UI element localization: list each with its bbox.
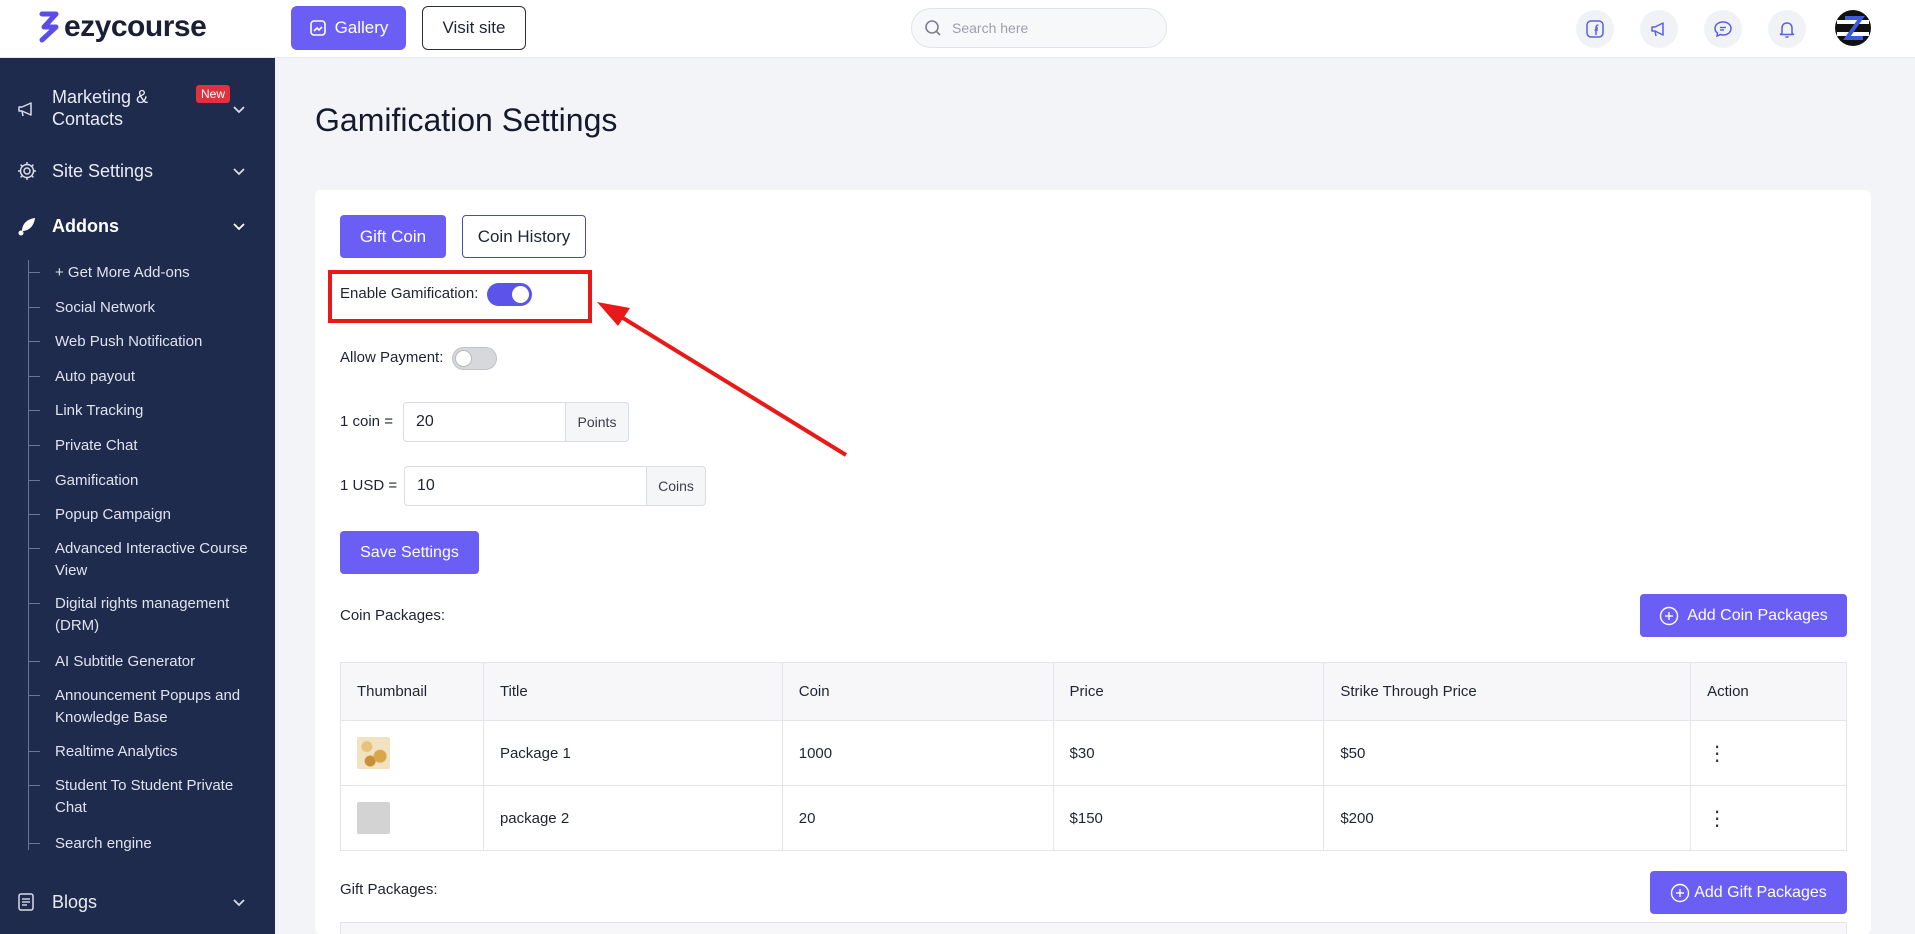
add-gift-packages-label: Add Gift Packages bbox=[1694, 883, 1827, 901]
search-icon bbox=[925, 20, 941, 36]
allow-payment-label: Allow Payment: bbox=[340, 349, 444, 366]
new-badge: New bbox=[196, 85, 231, 103]
search-input[interactable] bbox=[952, 20, 1152, 36]
add-gift-packages-button[interactable]: Add Gift Packages bbox=[1650, 871, 1847, 914]
column-header: Coin bbox=[781, 662, 1054, 721]
package-title: Package 1 bbox=[482, 720, 783, 786]
chevron-down-icon bbox=[233, 106, 245, 114]
brand-name: ezycourse bbox=[64, 10, 207, 43]
tab-gift-coin[interactable]: Gift Coin bbox=[340, 215, 446, 258]
table-row: package 2 20 $150 $200 ⋮ bbox=[340, 785, 1847, 851]
logo-icon bbox=[39, 11, 59, 43]
usd-rate-unit: Coins bbox=[647, 466, 706, 506]
submenu-tree-line bbox=[28, 260, 29, 850]
tab-coin-history[interactable]: Coin History bbox=[462, 215, 586, 258]
usd-rate-input[interactable]: 10 bbox=[404, 466, 647, 506]
gift-packages-label: Gift Packages: bbox=[340, 881, 438, 898]
column-header: Action bbox=[1690, 662, 1847, 721]
facebook-button[interactable] bbox=[1576, 10, 1614, 48]
bell-icon bbox=[1779, 22, 1795, 38]
column-header: Strike Through Price bbox=[1323, 662, 1692, 721]
gallery-label: Gallery bbox=[334, 18, 389, 37]
gallery-button[interactable]: Gallery bbox=[291, 6, 406, 50]
sidebar-item-marketing[interactable]: Marketing & Contacts New bbox=[0, 85, 275, 130]
chevron-down-icon bbox=[233, 899, 245, 907]
package-price: $150 bbox=[1052, 785, 1325, 851]
gift-packages-table bbox=[340, 922, 1847, 934]
package-title: package 2 bbox=[482, 785, 783, 851]
visit-site-button[interactable]: Visit site bbox=[422, 6, 526, 50]
sidebar-item-label: Site Settings bbox=[52, 161, 154, 181]
sidebar-item-label: Blogs bbox=[52, 892, 98, 912]
page-title: Gamification Settings bbox=[315, 102, 618, 138]
megaphone-icon bbox=[1651, 22, 1664, 37]
sidebar-item-label: Marketing & Contacts bbox=[52, 87, 149, 129]
sidebar-item-label: Addons bbox=[52, 216, 119, 236]
annotation-highlight-box bbox=[328, 270, 592, 323]
announcements-button[interactable] bbox=[1640, 10, 1678, 48]
coin-packages-table: Thumbnail Title Coin Price Strike Throug… bbox=[340, 662, 1847, 851]
chevron-down-icon bbox=[233, 168, 245, 176]
rocket-icon bbox=[18, 218, 35, 236]
more-actions-icon[interactable]: ⋮ bbox=[1690, 720, 1847, 786]
column-header: Thumbnail bbox=[340, 662, 484, 721]
sidebar-item-addons[interactable]: Addons bbox=[0, 211, 275, 241]
user-avatar[interactable] bbox=[1833, 8, 1873, 48]
allow-payment-toggle[interactable] bbox=[452, 347, 497, 370]
search-box[interactable] bbox=[911, 8, 1167, 48]
add-coin-packages-label: Add Coin Packages bbox=[1687, 606, 1828, 624]
column-header: Title bbox=[482, 662, 783, 721]
package-price: $30 bbox=[1052, 720, 1325, 786]
top-bar: ezycourse Gallery Visit site bbox=[0, 0, 1915, 58]
coin-rate-label: 1 coin = bbox=[340, 413, 393, 430]
package-thumbnail bbox=[357, 737, 390, 769]
brand-logo[interactable]: ezycourse bbox=[38, 10, 207, 44]
blog-icon bbox=[18, 893, 34, 911]
avatar-logo-icon bbox=[1835, 10, 1871, 46]
sidebar-item-blogs[interactable]: Blogs bbox=[0, 887, 275, 917]
coin-packages-label: Coin Packages: bbox=[340, 607, 446, 624]
usd-rate-label: 1 USD = bbox=[340, 477, 398, 494]
save-settings-button[interactable]: Save Settings bbox=[340, 531, 479, 574]
sidebar: Marketing & Contacts New Site Settings A… bbox=[0, 58, 275, 934]
notifications-button[interactable] bbox=[1768, 10, 1806, 48]
chat-icon bbox=[1714, 21, 1732, 38]
plus-circle-icon bbox=[1660, 606, 1679, 625]
gallery-icon bbox=[309, 20, 326, 36]
package-thumbnail bbox=[357, 802, 390, 834]
package-coin: 1000 bbox=[781, 720, 1054, 786]
package-coin: 20 bbox=[781, 785, 1054, 851]
coin-rate-input[interactable]: 20 bbox=[403, 402, 566, 442]
gear-icon bbox=[18, 162, 36, 180]
usd-rate-input-group: 10 Coins bbox=[404, 466, 706, 506]
chevron-down-icon bbox=[233, 223, 245, 231]
table-row: Package 1 1000 $30 $50 ⋮ bbox=[340, 720, 1847, 786]
messages-button[interactable] bbox=[1704, 10, 1742, 48]
package-strike-price: $50 bbox=[1323, 720, 1692, 786]
annotation-arrow-icon bbox=[597, 302, 848, 457]
more-actions-icon[interactable]: ⋮ bbox=[1690, 785, 1847, 851]
sidebar-item-site-settings[interactable]: Site Settings bbox=[0, 156, 275, 186]
table-header-row: Thumbnail Title Coin Price Strike Throug… bbox=[340, 662, 1847, 721]
plus-circle-icon bbox=[1671, 883, 1690, 902]
facebook-icon bbox=[1586, 20, 1604, 38]
package-strike-price: $200 bbox=[1323, 785, 1692, 851]
add-coin-packages-button[interactable]: Add Coin Packages bbox=[1640, 594, 1847, 637]
column-header: Price bbox=[1052, 662, 1325, 721]
megaphone-icon bbox=[18, 102, 32, 117]
